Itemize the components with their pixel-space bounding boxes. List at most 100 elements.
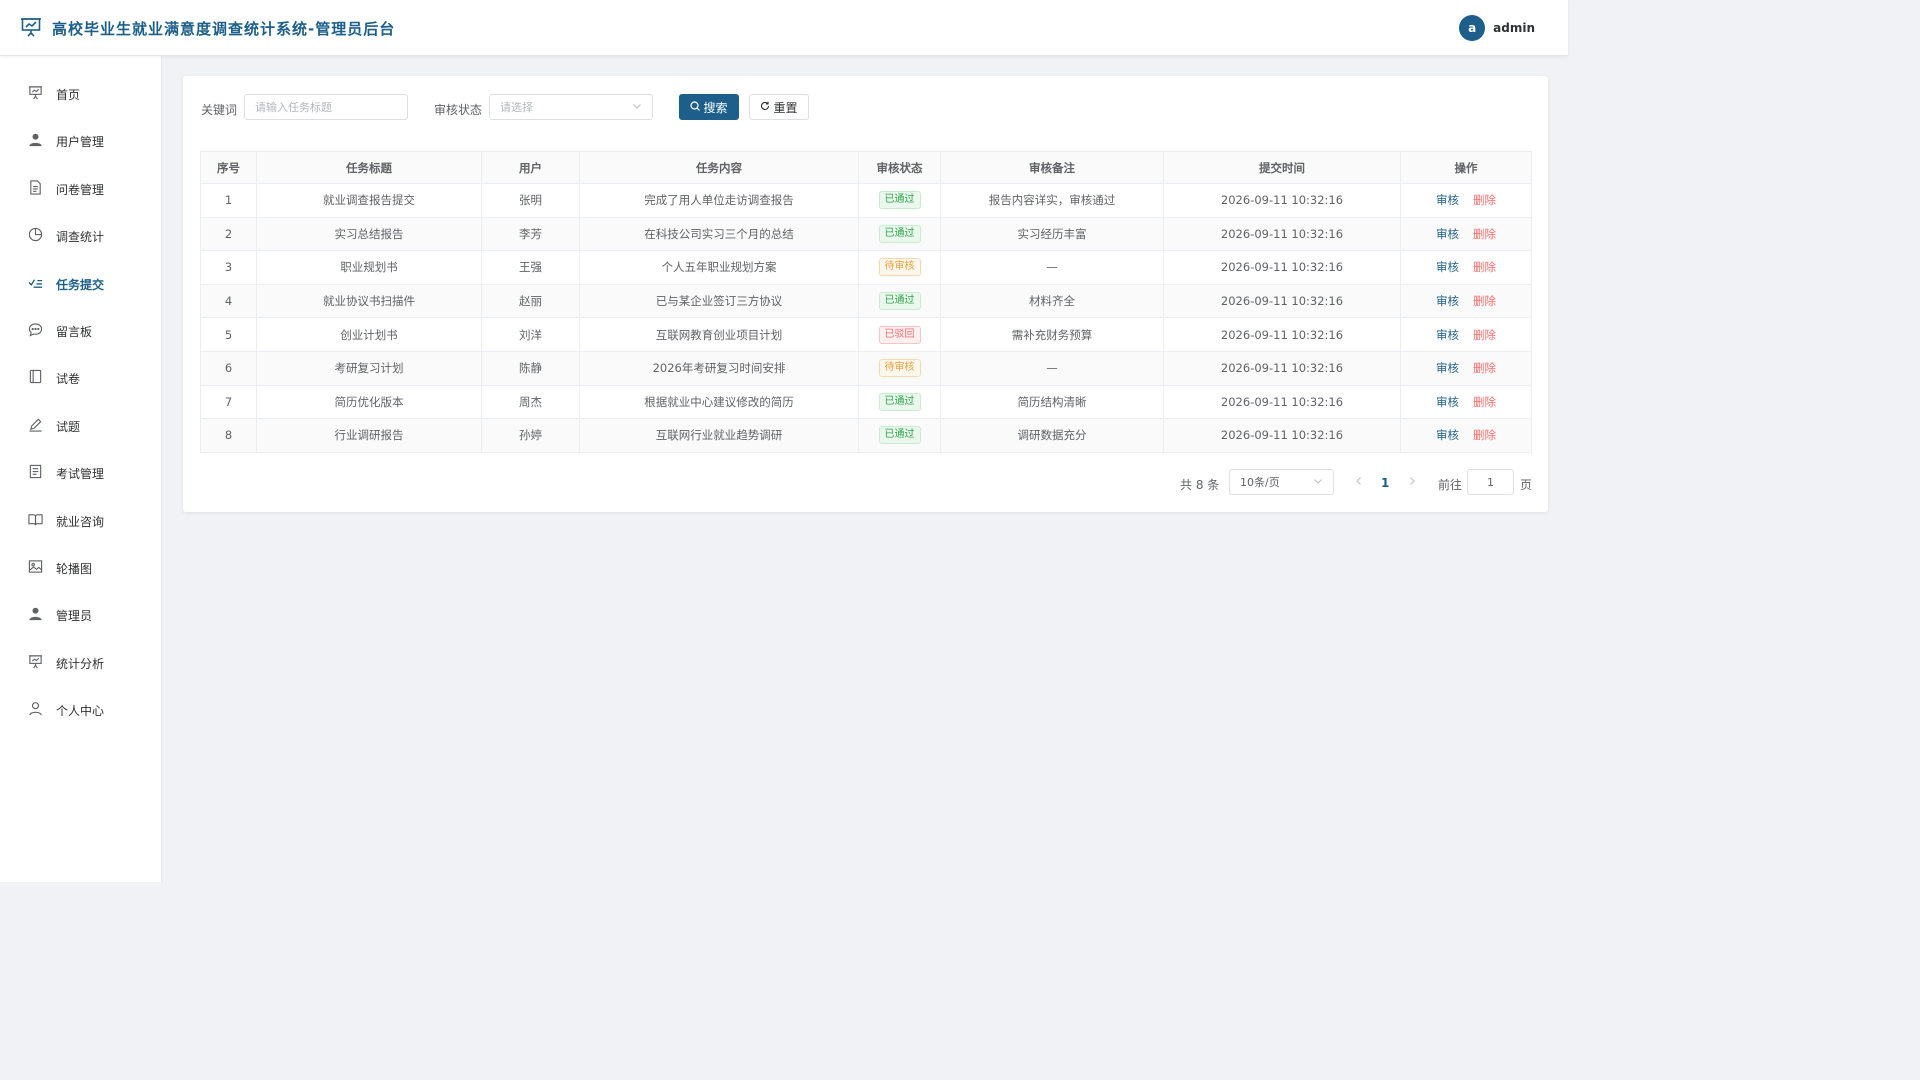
delete-link[interactable]: 删除: [1473, 428, 1496, 442]
sidebar-item-admins[interactable]: 管理员: [0, 595, 162, 635]
status-badge: 已通过: [878, 392, 921, 411]
sidebar-item-task-submission[interactable]: 任务提交: [0, 264, 162, 304]
sidebar-item-label: 问卷管理: [56, 182, 105, 197]
keyword-input[interactable]: 请输入任务标题: [244, 94, 408, 120]
cell-time: 2026-09-11 10:32:16: [1163, 418, 1401, 453]
reset-button[interactable]: 重置: [749, 94, 809, 120]
review-link[interactable]: 审核: [1436, 193, 1459, 207]
cell-user: 王强: [481, 250, 580, 285]
review-link[interactable]: 审核: [1436, 260, 1459, 274]
goto-page-input[interactable]: 1: [1467, 469, 1514, 495]
sidebar-item-exams[interactable]: 考试管理: [0, 453, 162, 493]
cell-time: 2026-09-11 10:32:16: [1163, 283, 1401, 319]
sidebar-item-questionnaires[interactable]: 问卷管理: [0, 169, 162, 209]
cell-title: 创业计划书: [256, 317, 482, 352]
status-badge: 已通过: [878, 191, 921, 210]
search-icon: [690, 100, 701, 114]
next-page-button[interactable]: [1408, 475, 1416, 489]
review-link[interactable]: 审核: [1436, 227, 1459, 241]
table-row: 7 简历优化版本 周杰 根据就业中心建议修改的简历 已通过 简历结构清晰 202…: [200, 384, 1532, 420]
cell-user: 陈静: [481, 350, 580, 386]
column-header: 任务标题: [256, 151, 482, 184]
cell-time: 2026-09-11 10:32:16: [1163, 250, 1401, 285]
delete-link[interactable]: 删除: [1473, 294, 1496, 308]
cell-time: 2026-09-11 10:32:16: [1163, 183, 1401, 218]
book-icon: [28, 512, 43, 530]
delete-link[interactable]: 删除: [1473, 260, 1496, 274]
delete-link[interactable]: 删除: [1473, 227, 1496, 241]
cell-title: 简历优化版本: [256, 384, 482, 420]
notebook-icon: [28, 369, 43, 387]
document-icon: [28, 180, 43, 198]
table-header-row: 序号 任务标题 用户 任务内容 审核状态 审核备注 提交时间 操作: [200, 151, 1532, 184]
sidebar-item-profile[interactable]: 个人中心: [0, 690, 162, 730]
cell-no: 5: [200, 317, 257, 352]
cell-no: 6: [200, 350, 257, 386]
cell-remark: —: [940, 350, 1164, 386]
delete-link[interactable]: 删除: [1473, 328, 1496, 342]
status-select[interactable]: 请选择: [489, 94, 653, 120]
column-header: 任务内容: [579, 151, 859, 184]
top-header: 高校毕业生就业满意度调查统计系统-管理员后台 a admin: [0, 0, 1568, 56]
cell-actions: 审核 删除: [1400, 384, 1532, 420]
review-link[interactable]: 审核: [1436, 361, 1459, 375]
review-link[interactable]: 审核: [1436, 428, 1459, 442]
column-header: 审核状态: [858, 151, 941, 184]
cell-user: 李芳: [481, 216, 580, 252]
search-button[interactable]: 搜索: [679, 94, 739, 120]
column-header: 用户: [481, 151, 580, 184]
status-badge: 已通过: [878, 426, 921, 445]
delete-link[interactable]: 删除: [1473, 361, 1496, 375]
review-link[interactable]: 审核: [1436, 395, 1459, 409]
cell-status: 已通过: [858, 216, 941, 252]
chevron-right-icon: [1410, 477, 1415, 485]
prev-page-button[interactable]: [1355, 475, 1363, 489]
cell-remark: 报告内容详实，审核通过: [940, 183, 1164, 218]
chevron-down-icon: [1313, 476, 1323, 489]
avatar[interactable]: a: [1459, 15, 1486, 41]
cell-status: 已通过: [858, 418, 941, 453]
sidebar-item-users[interactable]: 用户管理: [0, 121, 162, 161]
username[interactable]: admin: [1493, 21, 1535, 35]
cell-title: 行业调研报告: [256, 418, 482, 453]
page-number-current[interactable]: 1: [1381, 476, 1389, 490]
page-size-select[interactable]: 10条/页: [1229, 469, 1334, 495]
sidebar-item-questions[interactable]: 试题: [0, 406, 162, 446]
sidebar-item-carousel[interactable]: 轮播图: [0, 548, 162, 588]
user-menu[interactable]: a admin: [1459, 15, 1535, 41]
cell-remark: 简历结构清晰: [940, 384, 1164, 420]
review-link[interactable]: 审核: [1436, 294, 1459, 308]
sidebar-item-papers[interactable]: 试卷: [0, 358, 162, 398]
page-size-value: 10条/页: [1240, 476, 1280, 489]
column-header: 操作: [1400, 151, 1532, 184]
sidebar-item-label: 考试管理: [56, 466, 105, 481]
column-header: 提交时间: [1163, 151, 1401, 184]
cell-content: 互联网行业就业趋势调研: [579, 418, 859, 453]
sidebar-item-analytics[interactable]: 统计分析: [0, 643, 162, 683]
app-title: 高校毕业生就业满意度调查统计系统-管理员后台: [52, 20, 396, 38]
cell-content: 2026年考研复习时间安排: [579, 350, 859, 386]
status-badge: 待审核: [878, 359, 921, 378]
list-document-icon: [28, 464, 43, 482]
table-row: 6 考研复习计划 陈静 2026年考研复习时间安排 待审核 — 2026-09-…: [200, 350, 1532, 386]
cell-content: 完成了用人单位走访调查报告: [579, 183, 859, 218]
review-link[interactable]: 审核: [1436, 328, 1459, 342]
page-suffix: 页: [1520, 478, 1533, 492]
status-badge: 待审核: [878, 258, 921, 277]
cell-actions: 审核 删除: [1400, 216, 1532, 252]
table-row: 1 就业调查报告提交 张明 完成了用人单位走访调查报告 已通过 报告内容详实，审…: [200, 183, 1532, 218]
cell-remark: 调研数据充分: [940, 418, 1164, 453]
delete-link[interactable]: 删除: [1473, 395, 1496, 409]
sidebar-item-message-board[interactable]: 留言板: [0, 311, 162, 351]
chat-icon: [28, 322, 43, 340]
cell-no: 2: [200, 216, 257, 252]
sidebar-item-survey-stats[interactable]: 调查统计: [0, 216, 162, 256]
delete-link[interactable]: 删除: [1473, 193, 1496, 207]
cell-user: 刘洋: [481, 317, 580, 352]
cell-no: 4: [200, 283, 257, 319]
sidebar-item-career-consulting[interactable]: 就业咨询: [0, 501, 162, 541]
sidebar-item-label: 试卷: [56, 371, 81, 386]
sidebar-item-label: 管理员: [56, 608, 93, 623]
keyword-label: 关键词: [201, 103, 238, 117]
sidebar-item-home[interactable]: 首页: [0, 74, 162, 114]
